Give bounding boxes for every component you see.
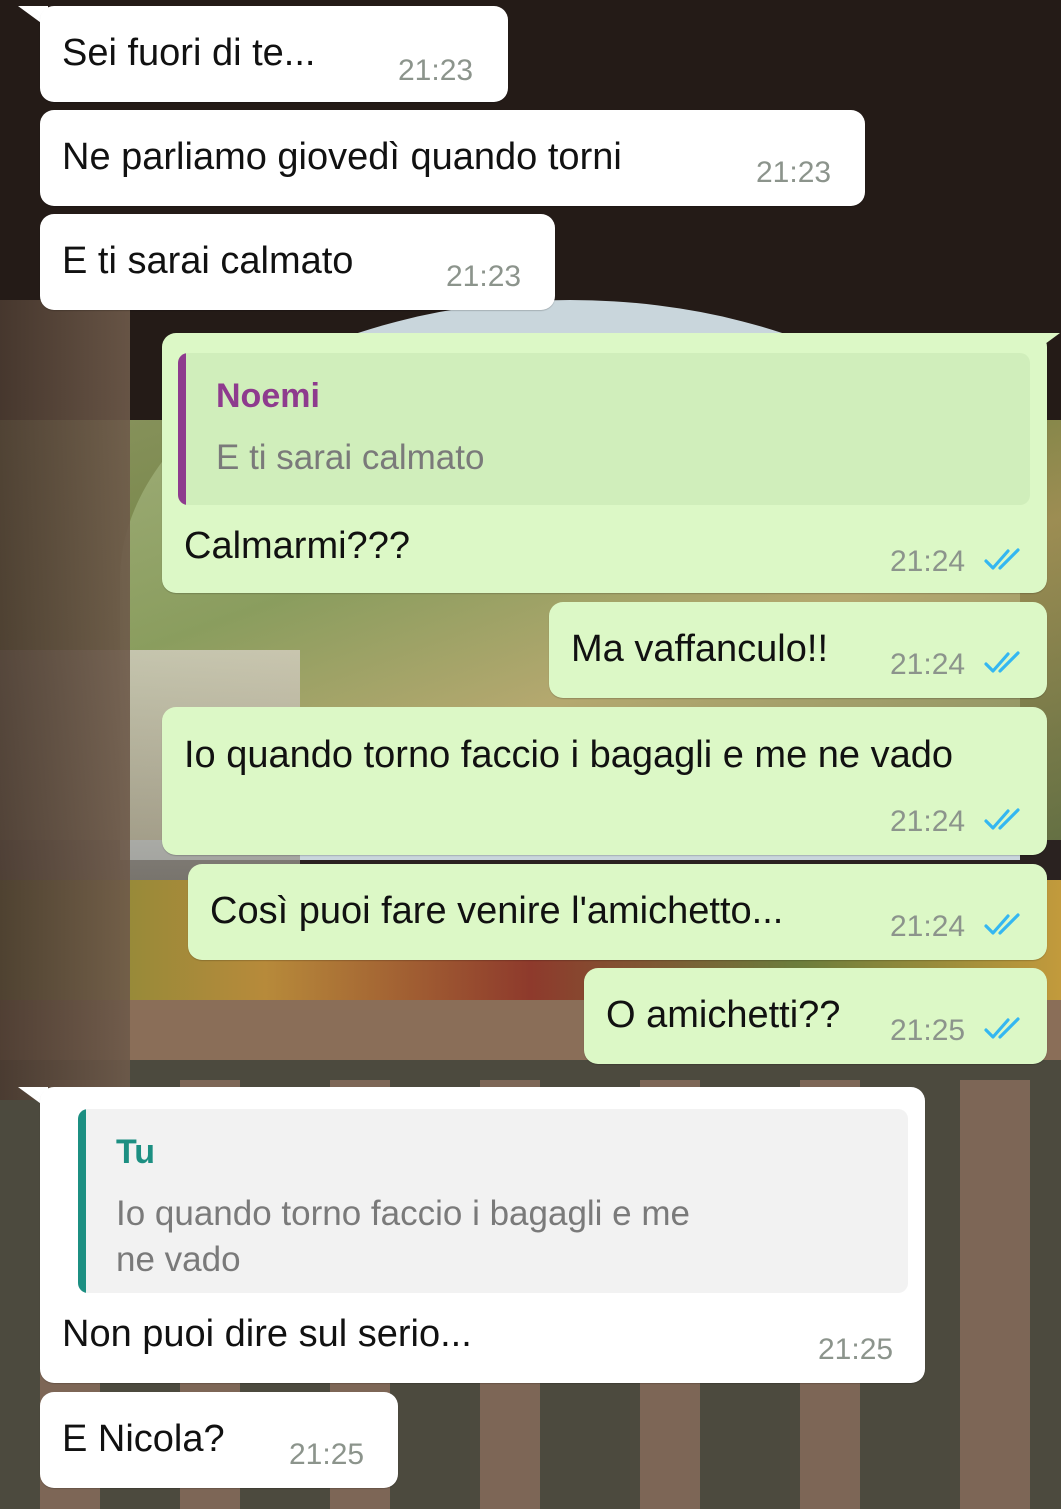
message-text: Sei fuori di te... [62,32,316,74]
double-check-read-icon [984,651,1020,673]
outgoing-message[interactable]: O amichetti?? 21:25 [584,968,1047,1064]
message-text: E ti sarai calmato [62,240,354,282]
incoming-message[interactable]: Sei fuori di te... 21:23 [40,6,508,102]
message-time: 21:24 [890,805,966,838]
quote-text: Io quando torno faccio i bagagli e me ne… [116,1194,690,1279]
message-time: 21:24 [890,648,966,681]
message-time: 21:24 [890,545,966,578]
message-text: Non puoi dire sul serio... [62,1313,472,1355]
message-time: 21:24 [890,910,966,943]
message-time: 21:23 [446,260,522,293]
outgoing-message[interactable]: Io quando torno faccio i bagagli e me ne… [162,707,1047,855]
message-text: O amichetti?? [606,994,841,1036]
double-check-read-icon [984,913,1020,935]
quote-author: Tu [116,1133,156,1171]
outgoing-message[interactable]: Noemi E ti sarai calmato Calmarmi??? 21:… [162,333,1047,593]
quote-bar [178,353,186,505]
message-text: E Nicola? [62,1418,225,1460]
message-time: 21:23 [398,54,474,87]
quoted-message[interactable]: Noemi E ti sarai calmato [178,353,1030,505]
message-time: 21:23 [756,156,832,189]
message-time: 21:25 [289,1438,365,1471]
quoted-message[interactable]: Tu Io quando torno faccio i bagagli e me… [78,1109,908,1293]
message-time: 21:25 [818,1333,894,1366]
message-text: Calmarmi??? [184,525,410,567]
message-text: Così puoi fare venire l'amichetto... [210,890,784,932]
outgoing-message[interactable]: Ma vaffanculo!! 21:24 [549,602,1047,698]
message-text: Ne parliamo giovedì quando torni [62,136,622,178]
incoming-message[interactable]: Tu Io quando torno faccio i bagagli e me… [40,1087,925,1383]
incoming-message[interactable]: Ne parliamo giovedì quando torni 21:23 [40,110,865,206]
message-text: Ma vaffanculo!! [571,628,829,670]
quote-text: E ti sarai calmato [216,438,485,477]
message-text: Io quando torno faccio i bagagli e me ne… [184,734,953,776]
incoming-message[interactable]: E Nicola? 21:25 [40,1392,398,1488]
quote-bar [78,1109,86,1293]
quote-author: Noemi [216,377,320,415]
outgoing-message[interactable]: Così puoi fare venire l'amichetto... 21:… [188,864,1047,960]
double-check-read-icon [984,808,1020,830]
incoming-message[interactable]: E ti sarai calmato 21:23 [40,214,555,310]
double-check-read-icon [984,548,1020,570]
message-time: 21:25 [890,1014,966,1047]
double-check-read-icon [984,1017,1020,1039]
